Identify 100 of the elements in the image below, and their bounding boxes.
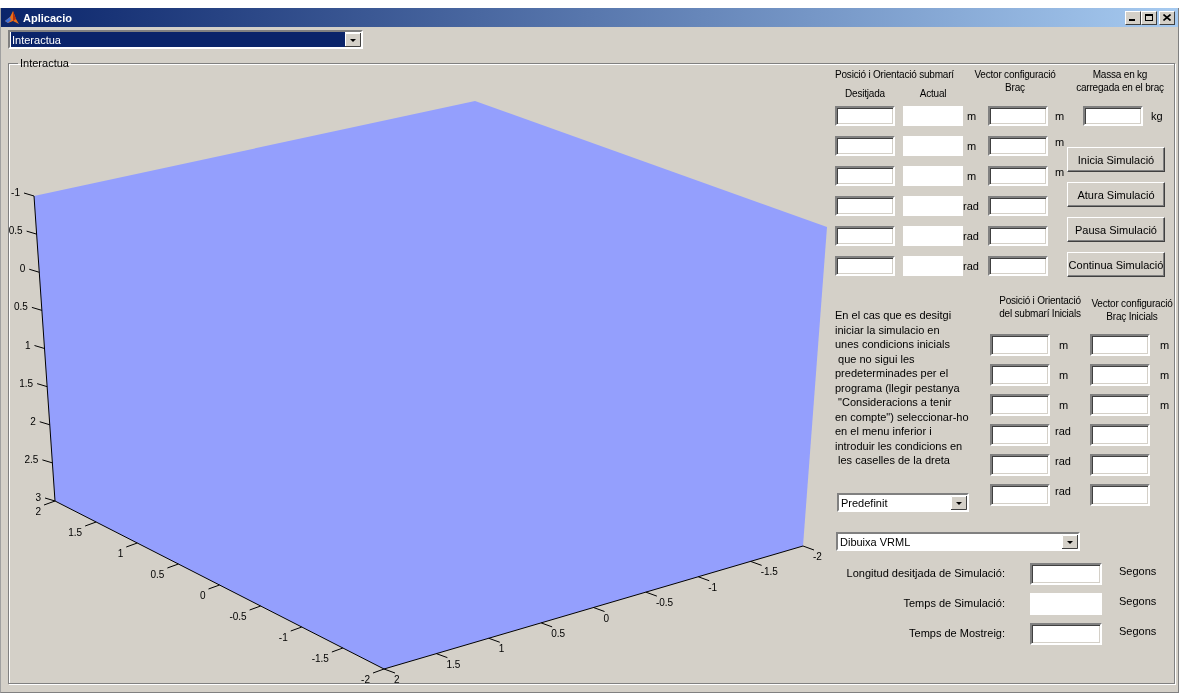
- unit-label: m: [966, 169, 978, 184]
- unit-label: m: [1058, 368, 1070, 383]
- column-header: Vector configuració Braç Inicials: [1091, 297, 1173, 324]
- tick-label: 1.5: [19, 377, 34, 389]
- input-field[interactable]: [1090, 424, 1150, 446]
- unit-label: rad: [1054, 454, 1072, 468]
- input-field[interactable]: [988, 136, 1048, 156]
- simulation-button[interactable]: Atura Simulació: [1067, 182, 1165, 207]
- column-header: Posició i Orientació del submarí Inicials: [999, 294, 1081, 321]
- input-field[interactable]: [835, 256, 895, 276]
- readout-field[interactable]: [903, 106, 963, 126]
- panel-title: Interactua: [19, 58, 70, 68]
- tick-label: -1: [11, 187, 20, 198]
- tick-label: 0.5: [551, 627, 566, 639]
- tick-label: 2: [30, 415, 36, 427]
- maximize-icon: [1145, 14, 1153, 21]
- dropdown[interactable]: Interactua: [8, 30, 363, 49]
- tick-label: 2: [35, 506, 41, 517]
- input-field[interactable]: [990, 364, 1050, 386]
- unit-label: m: [1058, 398, 1070, 413]
- unit-label: m: [1054, 136, 1066, 148]
- column-header: Desitjada: [844, 87, 886, 101]
- readout-field[interactable]: [903, 196, 963, 216]
- tick-label: 1: [24, 339, 31, 351]
- readout-field[interactable]: [903, 226, 963, 246]
- dropdown[interactable]: Dibuixa VRML: [836, 532, 1080, 551]
- input-field[interactable]: [835, 166, 895, 186]
- window-title: Aplicacio: [23, 11, 72, 24]
- unit-label: rad: [963, 259, 980, 274]
- input-field[interactable]: [835, 226, 895, 246]
- unit-label: m: [1054, 109, 1066, 124]
- tick-label: -2: [361, 674, 370, 685]
- dropdown[interactable]: Predefinit: [837, 493, 969, 512]
- caret-icon[interactable]: [1062, 534, 1078, 549]
- tick-label: 2.5: [24, 453, 39, 465]
- tick-label: 0.5: [13, 301, 28, 313]
- input-field[interactable]: [835, 196, 895, 216]
- readout-field[interactable]: [1030, 593, 1102, 615]
- unit-label: Segons: [1119, 624, 1158, 639]
- unit-label: m: [1058, 338, 1070, 353]
- tick-label: 3: [35, 492, 41, 503]
- input-field[interactable]: [1090, 334, 1150, 356]
- unit-label: m: [1159, 398, 1171, 413]
- input-field[interactable]: [1030, 563, 1102, 585]
- input-field[interactable]: [988, 166, 1048, 186]
- input-field[interactable]: [990, 484, 1050, 506]
- field-label: Temps de Simulació:: [902, 596, 1005, 611]
- tick-label: -1: [278, 632, 288, 643]
- column-header: Actual: [918, 87, 948, 101]
- input-field[interactable]: [990, 394, 1050, 416]
- tick-label: 1.5: [446, 658, 461, 670]
- tick-label: 0: [603, 612, 610, 624]
- tick-label: -0.5: [655, 597, 674, 609]
- unit-label: rad: [963, 199, 980, 214]
- tick-label: 0.5: [150, 569, 165, 580]
- unit-label: kg: [1151, 110, 1163, 122]
- readout-field[interactable]: [903, 256, 963, 276]
- minimize-button[interactable]: [1125, 10, 1141, 25]
- close-button[interactable]: [1159, 10, 1175, 25]
- maximize-button[interactable]: [1141, 10, 1157, 25]
- column-header: Massa en kg carregada en el braç: [1076, 68, 1164, 95]
- caret-icon[interactable]: [345, 32, 361, 47]
- tick-label: -0.5: [229, 611, 247, 622]
- tick-label: -1.5: [760, 566, 778, 578]
- input-field[interactable]: [1090, 454, 1150, 476]
- simulation-button[interactable]: Pausa Simulació: [1067, 217, 1165, 242]
- input-field[interactable]: [1090, 484, 1150, 506]
- tick-label: 2: [394, 674, 400, 685]
- input-field[interactable]: [990, 334, 1050, 356]
- field-label: Longitud desitjada de Simulació:: [845, 566, 1005, 581]
- simulation-button[interactable]: Inicia Simulació: [1067, 147, 1165, 172]
- input-field[interactable]: [1090, 364, 1150, 386]
- tick-label: -2: [813, 551, 822, 562]
- input-field[interactable]: [1090, 394, 1150, 416]
- readout-field[interactable]: [903, 166, 963, 186]
- unit-label: Segons: [1119, 594, 1158, 609]
- input-field[interactable]: [988, 226, 1048, 246]
- unit-label: rad: [963, 229, 980, 244]
- unit-label: m: [966, 109, 978, 124]
- input-field[interactable]: [990, 424, 1050, 446]
- tick-label: 1: [117, 548, 124, 559]
- input-field[interactable]: [988, 256, 1048, 276]
- input-field[interactable]: [835, 136, 895, 156]
- unit-label: Segons: [1119, 564, 1158, 579]
- readout-field[interactable]: [903, 136, 963, 156]
- unit-label: rad: [1054, 424, 1072, 438]
- unit-label: m: [1054, 166, 1066, 178]
- simulation-button[interactable]: Continua Simulació: [1067, 252, 1165, 277]
- input-field[interactable]: [990, 454, 1050, 476]
- tick-label: 0: [199, 590, 206, 601]
- input-field[interactable]: [1030, 623, 1102, 645]
- unit-label: m: [1159, 368, 1171, 383]
- tick-label: -1: [708, 581, 718, 593]
- caret-icon[interactable]: [951, 495, 967, 510]
- unit-label: rad: [1054, 484, 1072, 498]
- input-field[interactable]: [988, 196, 1048, 216]
- field-label: Temps de Mostreig:: [908, 626, 1005, 641]
- input-field[interactable]: [835, 106, 895, 126]
- input-field[interactable]: [988, 106, 1048, 126]
- input-field[interactable]: [1083, 106, 1143, 126]
